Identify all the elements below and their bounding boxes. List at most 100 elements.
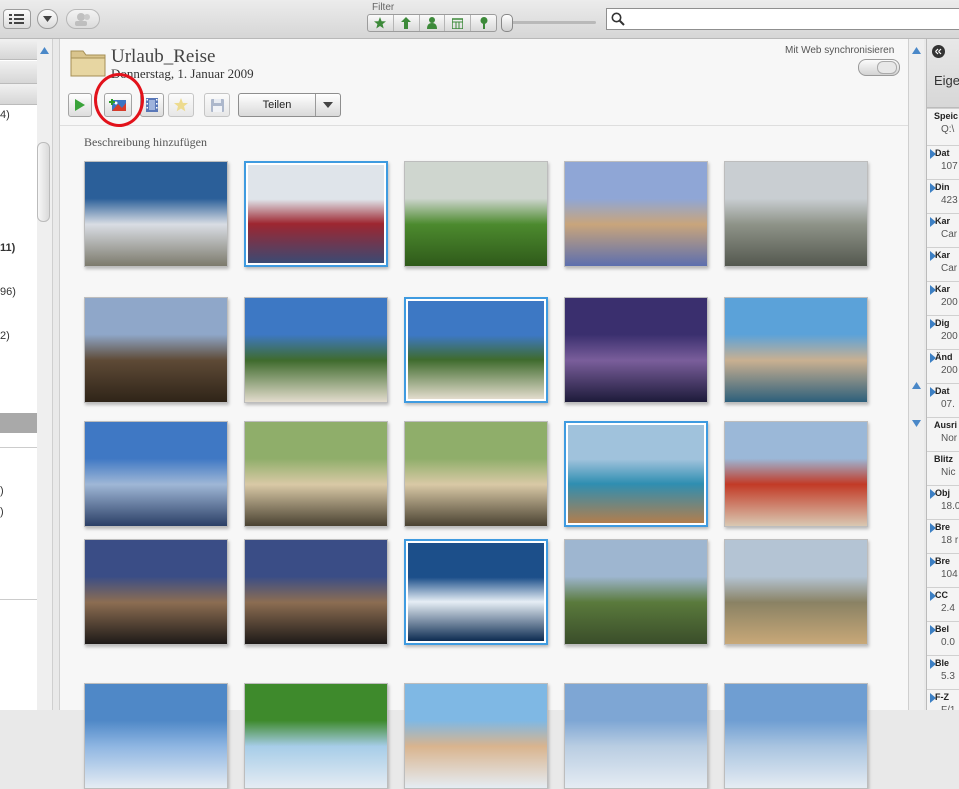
photo-row5-1[interactable] xyxy=(84,683,228,789)
zoom-slider-track[interactable] xyxy=(506,21,596,24)
sidebar-item[interactable]: 2) xyxy=(0,330,37,342)
photo-palm-beach[interactable] xyxy=(244,297,388,403)
property-key: CC xyxy=(935,590,948,600)
photo-green-hills[interactable] xyxy=(564,539,708,645)
property-value: 5.3 xyxy=(941,671,955,682)
photo-row5-4[interactable] xyxy=(564,683,708,789)
property-value: F/1 xyxy=(941,705,955,710)
photo-harbour-night[interactable] xyxy=(564,297,708,403)
photo-coast[interactable] xyxy=(564,421,708,527)
filter-calendar-button[interactable] xyxy=(445,15,472,31)
photo-thumbnail-image xyxy=(85,162,227,266)
property-row[interactable]: Obj 18.0 xyxy=(927,485,959,520)
photo-cottages-copy[interactable] xyxy=(404,421,548,527)
star-icon xyxy=(374,17,387,29)
share-dropdown-button[interactable] xyxy=(316,94,340,116)
photo-town-beach[interactable] xyxy=(724,421,868,527)
left-sidebar: 4) 11) 96) 2) ) ) xyxy=(0,39,38,710)
photo-dresden[interactable] xyxy=(564,161,708,267)
photo-street-dusk-copy[interactable] xyxy=(244,539,388,645)
property-row[interactable]: Bre 104 xyxy=(927,553,959,588)
view-list-button[interactable] xyxy=(3,9,31,29)
slideshow-button[interactable] xyxy=(68,93,92,117)
property-key: Änd xyxy=(935,352,953,362)
photo-iceberg[interactable] xyxy=(404,539,548,645)
photo-grid-scrollbar[interactable] xyxy=(908,39,924,710)
property-row[interactable]: Dat 107 xyxy=(927,145,959,180)
sidebar-item[interactable]: 4) xyxy=(0,109,37,121)
property-key: Speic xyxy=(934,111,959,121)
sidebar-item[interactable]: ) xyxy=(0,485,37,497)
property-key: Dat xyxy=(935,148,950,158)
property-row[interactable]: Bre 18 r xyxy=(927,519,959,554)
photo-castle[interactable] xyxy=(84,161,228,267)
star-icon xyxy=(174,98,188,112)
sidebar-scroll-thumb[interactable] xyxy=(37,142,50,222)
photo-airport[interactable] xyxy=(724,161,868,267)
property-key: Kar xyxy=(935,284,951,294)
photo-mountains[interactable] xyxy=(84,297,228,403)
property-row[interactable]: F-Z F/1 xyxy=(927,689,959,710)
property-row[interactable]: Bel 0.0 xyxy=(927,621,959,656)
property-row[interactable]: Kar Car xyxy=(927,213,959,248)
photo-frankfurt[interactable] xyxy=(84,421,228,527)
people-button[interactable] xyxy=(66,9,100,29)
photo-luggage[interactable] xyxy=(244,161,388,267)
property-row[interactable]: Ausri Nor xyxy=(927,417,959,452)
photo-thumbnail-image xyxy=(565,162,707,266)
filter-location-button[interactable] xyxy=(471,15,496,31)
save-button[interactable] xyxy=(204,93,230,117)
filter-person-button[interactable] xyxy=(420,15,446,31)
photo-amalfi[interactable] xyxy=(724,297,868,403)
scroll-up-icon xyxy=(40,47,49,54)
filter-upload-button[interactable] xyxy=(394,15,420,31)
sidebar-selected-row[interactable] xyxy=(0,413,37,433)
photo-thumbnail-image xyxy=(245,684,387,788)
filter-star-button[interactable] xyxy=(368,15,394,31)
property-row[interactable]: Kar Car xyxy=(927,247,959,282)
property-value: 18 r xyxy=(941,535,959,546)
property-row[interactable]: Dig 200 xyxy=(927,315,959,350)
property-row[interactable]: Blitz Nic xyxy=(927,451,959,486)
close-panel-button[interactable] xyxy=(932,45,945,58)
property-value: Nic xyxy=(941,467,956,478)
property-value: 200 xyxy=(941,365,958,376)
property-row[interactable]: Dat 07. xyxy=(927,383,959,418)
sidebar-item-count: 4) xyxy=(0,109,10,121)
album-title[interactable]: Urlaub_Reise xyxy=(111,46,215,68)
photo-cottages[interactable] xyxy=(244,421,388,527)
search-icon xyxy=(611,12,625,26)
photo-lake-shore[interactable] xyxy=(724,539,868,645)
film-button[interactable] xyxy=(140,93,164,117)
property-row[interactable]: CC 2.4 xyxy=(927,587,959,622)
property-row[interactable]: Din 423 xyxy=(927,179,959,214)
photo-thumbnail-image xyxy=(725,162,867,266)
photo-thumbnail-image xyxy=(408,543,544,641)
property-key: Kar xyxy=(935,250,951,260)
property-key: Ausri xyxy=(934,420,958,430)
sidebar-item[interactable]: ) xyxy=(0,506,37,518)
property-row[interactable]: Speic Q:\ xyxy=(927,108,959,146)
photo-tea-hills[interactable] xyxy=(404,161,548,267)
photo-row5-2[interactable] xyxy=(244,683,388,789)
share-button[interactable]: Teilen xyxy=(238,93,341,117)
photo-row5-3[interactable] xyxy=(404,683,548,789)
sidebar-item[interactable]: 96) xyxy=(0,286,37,298)
sidebar-scrollbar[interactable] xyxy=(37,39,53,710)
zoom-slider-handle[interactable] xyxy=(501,14,513,32)
chevron-down-icon xyxy=(43,16,52,22)
view-dropdown-button[interactable] xyxy=(37,9,58,29)
add-description-field[interactable]: Beschreibung hinzufügen xyxy=(84,135,207,150)
sync-toggle[interactable] xyxy=(858,59,900,76)
search-input[interactable] xyxy=(606,8,959,30)
add-photos-button[interactable] xyxy=(104,93,132,117)
sidebar-item[interactable]: 11) xyxy=(0,242,37,254)
photo-palm-beach-copy[interactable] xyxy=(404,297,548,403)
photo-street-dusk[interactable] xyxy=(84,539,228,645)
property-row[interactable]: Kar 200 xyxy=(927,281,959,316)
property-row[interactable]: Änd 200 xyxy=(927,349,959,384)
favorite-button[interactable] xyxy=(168,93,194,117)
property-value: Q:\ xyxy=(941,124,955,135)
photo-row5-5[interactable] xyxy=(724,683,868,789)
property-row[interactable]: Ble 5.3 xyxy=(927,655,959,690)
